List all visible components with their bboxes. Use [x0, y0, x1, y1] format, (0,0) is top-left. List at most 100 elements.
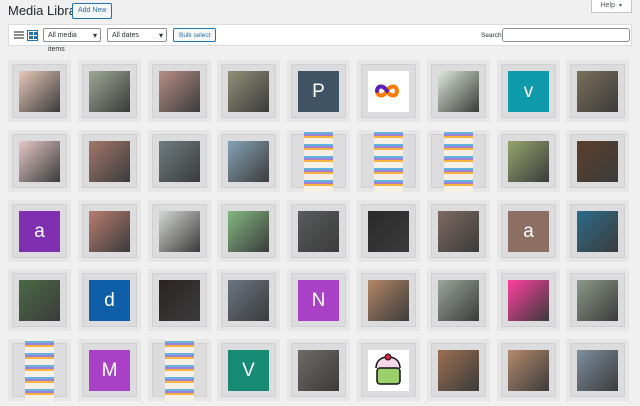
- infinity-logo-thumbnail: [368, 71, 409, 112]
- media-attachment-tile[interactable]: [8, 269, 71, 331]
- media-attachment-tile[interactable]: [287, 339, 350, 401]
- bulk-select-button[interactable]: Bulk select: [173, 28, 217, 42]
- photo-thumbnail: [89, 71, 130, 112]
- date-filter[interactable]: All dates: [107, 28, 167, 43]
- media-attachment-tile[interactable]: [287, 130, 350, 192]
- sticker-sheet-thumbnail: [25, 339, 54, 401]
- photo-thumbnail: [368, 280, 409, 321]
- sticker-sheet-thumbnail: [304, 130, 333, 192]
- media-attachment-tile[interactable]: v: [497, 60, 560, 122]
- media-attachment-tile[interactable]: [566, 130, 629, 192]
- photo-thumbnail: [577, 211, 618, 252]
- avatar-letter-thumbnail: a: [508, 211, 549, 252]
- photo-thumbnail: [228, 280, 269, 321]
- media-attachment-tile[interactable]: [217, 60, 280, 122]
- search-label: Search: [481, 32, 502, 39]
- media-attachment-tile[interactable]: a: [8, 200, 71, 262]
- sticker-sheet-thumbnail: [374, 130, 403, 192]
- media-attachment-tile[interactable]: [78, 60, 141, 122]
- photo-thumbnail: [438, 280, 479, 321]
- photo-thumbnail: [228, 211, 269, 252]
- photo-thumbnail: [159, 280, 200, 321]
- media-attachment-tile[interactable]: [566, 339, 629, 401]
- media-attachment-tile[interactable]: [78, 130, 141, 192]
- media-attachment-tile[interactable]: [427, 339, 490, 401]
- avatar-letter-thumbnail: M: [89, 350, 130, 391]
- media-attachment-tile[interactable]: N: [287, 269, 350, 331]
- media-type-filter[interactable]: All media items: [43, 28, 101, 53]
- media-attachment-tile[interactable]: [427, 269, 490, 331]
- photo-thumbnail: [577, 280, 618, 321]
- photo-thumbnail: [438, 71, 479, 112]
- photo-thumbnail: [508, 280, 549, 321]
- media-attachment-tile[interactable]: [78, 200, 141, 262]
- chevron-down-icon: ▾: [618, 3, 622, 9]
- media-attachment-tile[interactable]: [566, 60, 629, 122]
- media-attachment-tile[interactable]: [148, 130, 211, 192]
- media-attachment-tile[interactable]: [357, 339, 420, 401]
- sticker-sheet-thumbnail: [165, 339, 194, 401]
- avatar-letter-thumbnail: P: [298, 71, 339, 112]
- media-attachment-tile[interactable]: [8, 339, 71, 401]
- media-attachment-tile[interactable]: [497, 339, 560, 401]
- media-attachment-tile[interactable]: [8, 130, 71, 192]
- media-attachment-tile[interactable]: [497, 269, 560, 331]
- media-attachment-tile[interactable]: [427, 60, 490, 122]
- photo-thumbnail: [298, 350, 339, 391]
- media-toolbar: All media items All dates Bulk select Se…: [8, 24, 632, 53]
- grid-view-icon[interactable]: [27, 30, 38, 41]
- media-attachment-tile[interactable]: [148, 339, 211, 401]
- photo-thumbnail: [228, 141, 269, 182]
- photo-thumbnail: [508, 141, 549, 182]
- avatar-letter-thumbnail: d: [89, 280, 130, 321]
- help-button[interactable]: Help ▾: [590, 0, 632, 13]
- add-new-button[interactable]: Add New: [72, 3, 113, 19]
- photo-thumbnail: [577, 71, 618, 112]
- list-view-icon[interactable]: [14, 30, 24, 40]
- cupcake-icon: [375, 353, 401, 385]
- photo-thumbnail: [89, 141, 130, 182]
- photo-thumbnail: [159, 71, 200, 112]
- avatar-letter-thumbnail: v: [508, 71, 549, 112]
- avatar-letter-thumbnail: N: [298, 280, 339, 321]
- media-attachment-tile[interactable]: [8, 60, 71, 122]
- photo-thumbnail: [228, 71, 269, 112]
- media-attachment-tile[interactable]: a: [497, 200, 560, 262]
- photo-thumbnail: [159, 141, 200, 182]
- search-input[interactable]: [502, 28, 630, 42]
- media-attachment-tile[interactable]: P: [287, 60, 350, 122]
- media-attachment-tile[interactable]: M: [78, 339, 141, 401]
- photo-thumbnail: [298, 211, 339, 252]
- photo-thumbnail: [19, 280, 60, 321]
- avatar-letter-thumbnail: a: [19, 211, 60, 252]
- media-attachment-tile[interactable]: d: [78, 269, 141, 331]
- page-header: Media Library Add New Help ▾: [0, 0, 640, 24]
- media-attachment-tile[interactable]: [287, 200, 350, 262]
- photo-thumbnail: [508, 350, 549, 391]
- media-attachment-tile[interactable]: [217, 130, 280, 192]
- media-attachment-tile[interactable]: [217, 200, 280, 262]
- infinity-icon: [374, 84, 400, 98]
- photo-thumbnail: [438, 350, 479, 391]
- photo-thumbnail: [577, 350, 618, 391]
- help-label: Help: [600, 2, 615, 9]
- media-attachment-tile[interactable]: [427, 200, 490, 262]
- media-attachment-tile[interactable]: V: [217, 339, 280, 401]
- media-attachment-tile[interactable]: [566, 269, 629, 331]
- sticker-sheet-thumbnail: [444, 130, 473, 192]
- media-attachment-tile[interactable]: [427, 130, 490, 192]
- media-attachment-tile[interactable]: [357, 130, 420, 192]
- photo-thumbnail: [577, 141, 618, 182]
- photo-thumbnail: [19, 71, 60, 112]
- media-attachment-tile[interactable]: [566, 200, 629, 262]
- media-attachment-tile[interactable]: [357, 269, 420, 331]
- media-attachment-tile[interactable]: [148, 60, 211, 122]
- media-attachment-tile[interactable]: [497, 130, 560, 192]
- avatar-letter-thumbnail: V: [228, 350, 269, 391]
- media-attachment-tile[interactable]: [357, 60, 420, 122]
- media-attachment-tile[interactable]: [148, 200, 211, 262]
- media-attachment-tile[interactable]: [357, 200, 420, 262]
- media-attachment-tile[interactable]: [148, 269, 211, 331]
- photo-thumbnail: [89, 211, 130, 252]
- media-attachment-tile[interactable]: [217, 269, 280, 331]
